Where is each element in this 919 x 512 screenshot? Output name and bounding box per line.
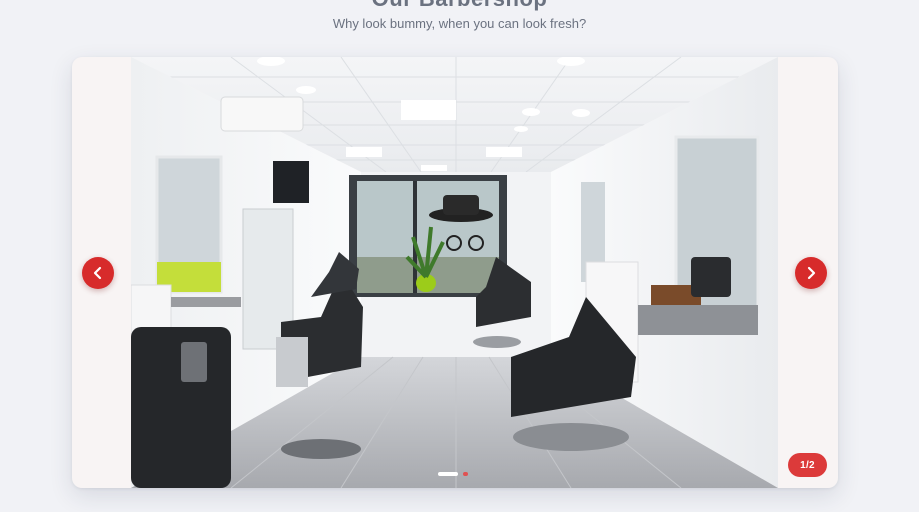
section-subtitle: Why look bummy, when you can look fresh? <box>332 16 587 31</box>
carousel-dots <box>438 472 468 476</box>
slide-image <box>131 57 778 488</box>
slide-counter-badge: 1/2 <box>788 453 827 477</box>
chevron-right-icon <box>807 266 816 280</box>
carousel-dot-1[interactable] <box>438 472 458 476</box>
image-carousel[interactable]: 1/2 <box>72 57 838 488</box>
chevron-left-icon <box>93 266 102 280</box>
previous-slide-button[interactable] <box>82 257 114 289</box>
next-slide-button[interactable] <box>795 257 827 289</box>
carousel-dot-2[interactable] <box>463 472 468 476</box>
gallery-section: Our Barbershop Why look bummy, when you … <box>0 0 919 512</box>
section-title: Our Barbershop <box>0 0 919 12</box>
